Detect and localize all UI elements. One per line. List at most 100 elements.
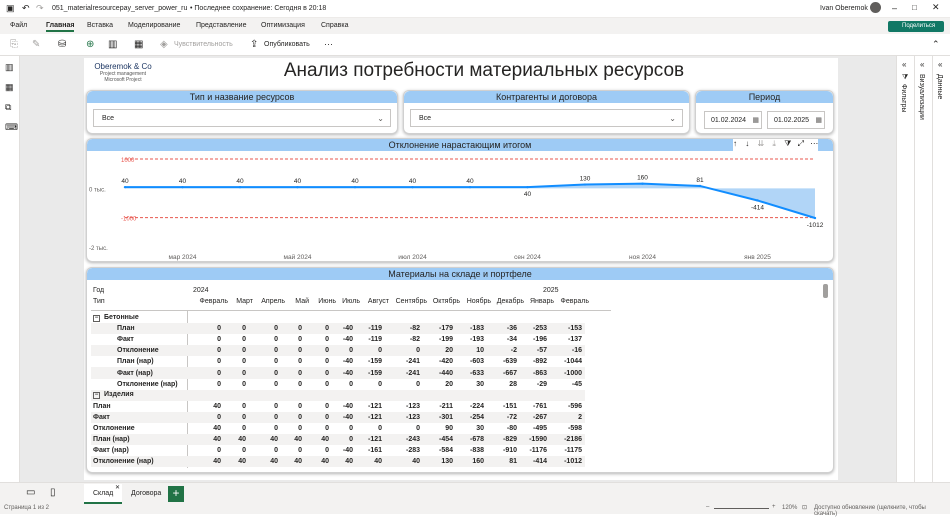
drill-up-icon[interactable]: ↑ xyxy=(733,139,737,148)
date-from-input[interactable]: 01.02.2024 ▦ xyxy=(704,111,762,129)
menu-modeling[interactable]: Моделирование xyxy=(128,22,180,29)
filter-icon[interactable]: ⧩ xyxy=(784,139,791,148)
fit-page-icon[interactable]: ⊡ xyxy=(802,504,807,511)
get-data-icon[interactable]: ⛁ xyxy=(58,39,66,50)
drill-down-icon[interactable]: ↓ xyxy=(745,139,749,148)
tab-dogovora[interactable]: Договора xyxy=(124,484,166,504)
avatar[interactable] xyxy=(870,2,881,13)
minimize-icon[interactable]: – xyxy=(892,3,897,13)
zoom-slider[interactable] xyxy=(714,508,769,509)
table-cell: 0 xyxy=(274,358,278,366)
table-cell: -16 xyxy=(571,347,582,355)
group-row-label[interactable]: − Бетонные xyxy=(91,312,187,323)
close-icon[interactable]: ✕ xyxy=(115,478,120,498)
page-title: Анализ потребности материальных ресурсов xyxy=(283,60,685,81)
column-header[interactable]: Ноябрь xyxy=(460,298,491,305)
row-label-text: Отклонение (нар) xyxy=(117,380,178,388)
data-pane[interactable]: « Данные xyxy=(932,56,950,482)
column-header[interactable]: Июнь xyxy=(309,298,336,305)
publish-icon[interactable]: ⇪ xyxy=(250,39,258,50)
user-name[interactable]: Ivan Oberemok xyxy=(820,5,868,12)
row-label-text: План (нар) xyxy=(117,358,154,366)
report-view-icon[interactable]: ▥ xyxy=(5,62,14,73)
collapse-icon[interactable]: − xyxy=(93,314,100,322)
save-status[interactable]: • Последнее сохранение: Сегодня в 20:18 xyxy=(190,5,326,12)
column-header[interactable]: Март xyxy=(228,298,253,305)
table-cell: 0 xyxy=(298,424,302,432)
desktop-layout-icon[interactable]: ▭ xyxy=(26,487,35,498)
column-header[interactable]: Апрель xyxy=(253,298,285,305)
menu-view[interactable]: Представление xyxy=(196,22,246,29)
table-cell: 0 xyxy=(217,369,221,377)
table-cell: 30 xyxy=(476,380,484,388)
column-header[interactable]: Август xyxy=(360,298,389,305)
column-header[interactable]: Декабрь xyxy=(491,298,524,305)
redo-icon[interactable]: ↷ xyxy=(36,3,44,14)
column-header[interactable]: Февраль xyxy=(554,298,589,305)
collapse-icon[interactable]: − xyxy=(93,392,100,400)
more-button[interactable]: ··· xyxy=(324,39,333,49)
column-header[interactable]: Январь xyxy=(524,298,554,305)
dax-query-icon[interactable]: ⌨ xyxy=(5,122,18,133)
row-label-text: Бетонные xyxy=(104,313,139,321)
counterparty-dropdown[interactable]: Все ⌄ xyxy=(410,109,683,127)
visualizations-pane[interactable]: « Визуализации xyxy=(914,56,932,482)
calculator-icon[interactable]: ▦ xyxy=(134,39,143,50)
calendar-icon[interactable]: ▦ xyxy=(752,112,759,129)
table-cell: 0 xyxy=(274,325,278,333)
mobile-layout-icon[interactable]: ▯ xyxy=(50,487,56,498)
row-header-type: Тип xyxy=(93,298,105,305)
group-row-label[interactable]: − Изделия xyxy=(91,390,187,401)
calendar-icon[interactable]: ▦ xyxy=(815,112,822,129)
expand-level-icon[interactable]: ⤓ xyxy=(772,139,776,148)
date-to-input[interactable]: 01.02.2025 ▦ xyxy=(767,111,825,129)
close-icon[interactable]: ✕ xyxy=(932,2,940,13)
focus-mode-icon[interactable]: ⤢ xyxy=(798,139,804,148)
new-visual-icon[interactable]: ▥ xyxy=(108,39,117,50)
column-header[interactable]: Июль xyxy=(336,298,360,305)
zoom-in-icon[interactable]: + xyxy=(772,504,776,510)
menu-file[interactable]: Файл xyxy=(10,22,27,29)
menu-insert[interactable]: Вставка xyxy=(87,22,113,29)
expand-all-icon[interactable]: ⇊ xyxy=(757,139,764,148)
expand-icon[interactable]: « xyxy=(902,60,906,69)
model-view-icon[interactable]: ⧉ xyxy=(5,102,11,113)
table-cell: -40 xyxy=(342,413,353,421)
column-header[interactable]: Май xyxy=(285,298,309,305)
row-label: Отклонение xyxy=(91,345,187,356)
zoom-out-icon[interactable]: – xyxy=(706,504,709,510)
table-view-icon[interactable]: ▦ xyxy=(5,82,14,93)
undo-icon[interactable]: ↶ xyxy=(22,3,30,14)
table-cell: 0 xyxy=(298,336,302,344)
new-page-icon[interactable]: ⊕ xyxy=(86,39,94,50)
matrix-scrollbar[interactable] xyxy=(823,284,828,298)
expand-icon[interactable]: « xyxy=(920,60,924,69)
update-notice[interactable]: Доступно обновление (щелкните, чтобы ска… xyxy=(814,505,950,517)
column-header[interactable]: Октябрь xyxy=(427,298,460,305)
filters-pane[interactable]: « ⧩ Фильтры xyxy=(896,56,914,482)
data-label: 40 xyxy=(294,178,302,185)
maximize-icon[interactable]: □ xyxy=(912,3,917,12)
menu-home[interactable]: Главная xyxy=(46,22,75,32)
more-options-icon[interactable]: ⋯ xyxy=(810,139,818,148)
save-icon[interactable]: ▣ xyxy=(6,3,15,14)
expand-icon[interactable]: « xyxy=(938,60,942,69)
paste-icon[interactable]: ⎘ xyxy=(10,39,18,50)
zoom-level[interactable]: 120% xyxy=(782,505,797,511)
publish-button[interactable]: Опубликовать xyxy=(264,41,310,48)
menu-help[interactable]: Справка xyxy=(321,22,348,29)
tab-sklad[interactable]: Склад ✕ xyxy=(84,484,122,504)
resource-dropdown[interactable]: Все ⌄ xyxy=(93,109,391,127)
format-painter-icon[interactable]: ✎ xyxy=(32,39,40,50)
data-label: -1012 xyxy=(807,222,824,229)
column-header[interactable]: Февраль xyxy=(191,298,228,305)
share-button[interactable]: Поделиться xyxy=(888,21,944,32)
table-cell xyxy=(224,390,249,401)
menu-optimization[interactable]: Оптимизация xyxy=(261,22,305,29)
add-page-button[interactable]: + xyxy=(168,486,184,502)
collapse-ribbon-icon[interactable]: ⌃ xyxy=(932,39,940,50)
table-cell xyxy=(456,312,487,323)
table-cell: -40 xyxy=(342,369,353,377)
chevron-down-icon: ⌄ xyxy=(377,114,384,123)
column-header[interactable]: Сентябрь xyxy=(389,298,427,305)
